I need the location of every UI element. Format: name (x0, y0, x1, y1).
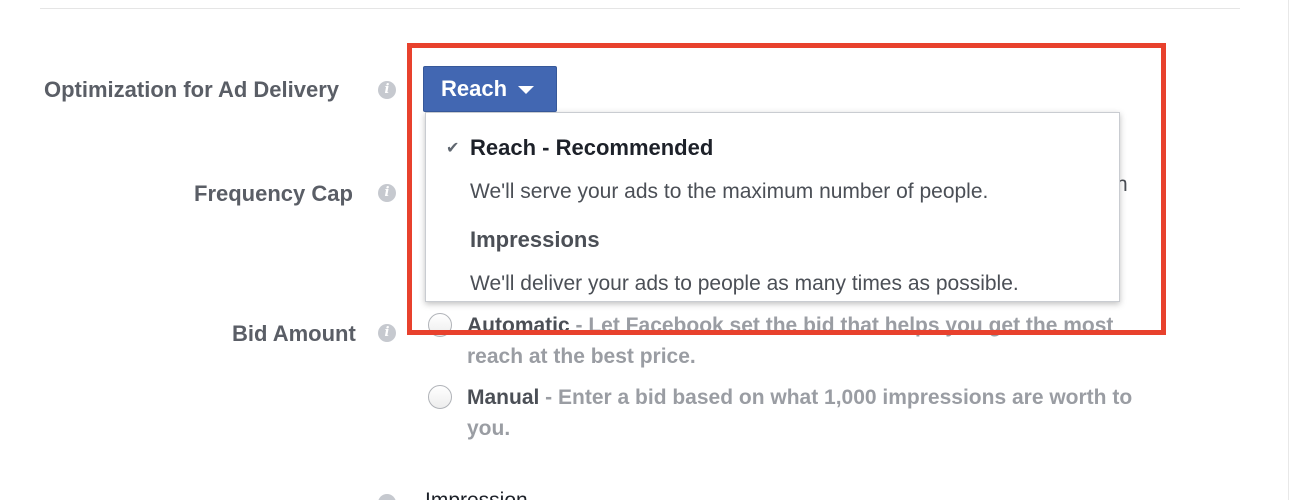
manual-radio[interactable] (428, 385, 452, 409)
right-edge-divider (1288, 0, 1289, 500)
manual-option-desc: - Enter a bid based on what 1,000 impres… (539, 386, 1133, 409)
top-divider (40, 8, 1240, 9)
bottom-clipped-row: Impression (0, 486, 1294, 500)
highlight-annotation-box (407, 43, 1166, 335)
bid-amount-label: Bid Amount (232, 321, 356, 346)
frequency-cap-label: Frequency Cap (194, 181, 353, 206)
manual-option-label: Manual (467, 386, 540, 409)
manual-option-text[interactable]: Manual - Enter a bid based on what 1,000… (467, 382, 1247, 444)
optimization-label: Optimization for Ad Delivery (44, 77, 340, 102)
info-icon (378, 494, 396, 500)
info-icon[interactable]: i (378, 81, 396, 99)
info-icon[interactable]: i (378, 184, 396, 202)
bottom-text-fragment: Impression (425, 489, 528, 500)
bottom-label-fragment (232, 486, 238, 500)
info-icon[interactable]: i (378, 324, 396, 342)
automatic-option-desc-2: reach at the best price. (467, 345, 696, 368)
manual-option-desc-2: you. (467, 417, 511, 440)
